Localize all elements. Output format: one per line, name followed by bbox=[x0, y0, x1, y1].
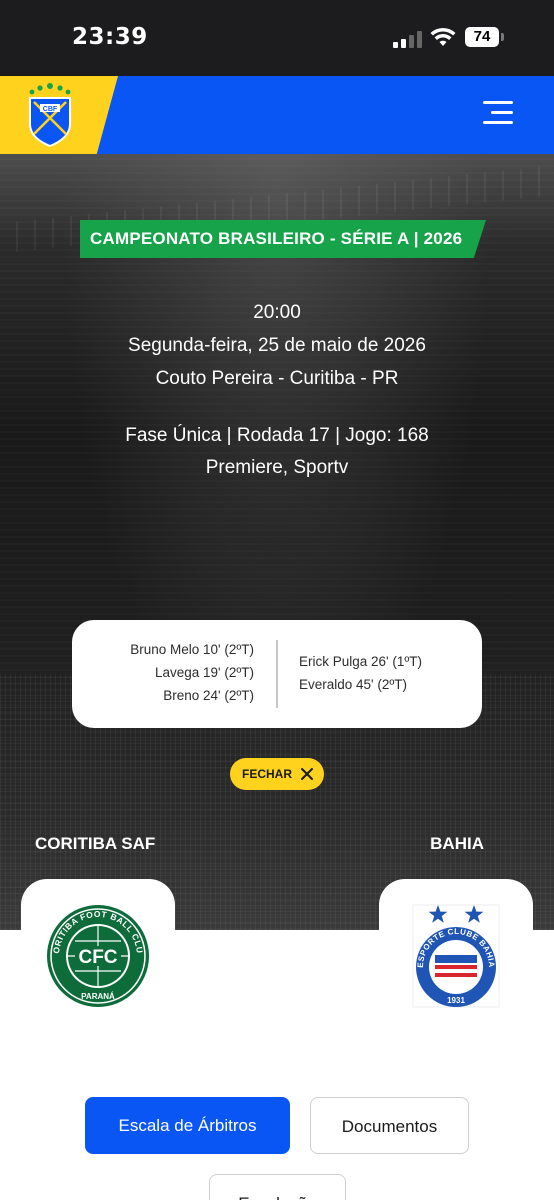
cellular-signal-icon bbox=[393, 30, 423, 48]
hamburger-menu-icon[interactable] bbox=[483, 101, 513, 125]
status-bar: 23:39 74 bbox=[0, 0, 554, 76]
away-goal-item: Erick Pulga 26' (1ºT) bbox=[299, 654, 423, 669]
away-goal-scorers: Erick Pulga 26' (1ºT) Everaldo 45' (2ºT) bbox=[299, 650, 422, 696]
home-team-crest-card[interactable]: CORITIBA FOOT BALL CLUB CFC PARANÁ bbox=[21, 879, 175, 1019]
match-hero: CAMPEONATO BRASILEIRO - SÉRIE A | 2026 2… bbox=[0, 154, 554, 930]
away-goal-item: Everaldo 45' (2ºT) bbox=[299, 677, 408, 692]
cbf-logo-icon[interactable]: CBF bbox=[22, 82, 78, 148]
scorers-divider bbox=[276, 640, 278, 708]
referees-button[interactable]: Escala de Árbitros bbox=[85, 1097, 290, 1154]
home-goal-item: Breno 24' (2ºT) bbox=[163, 688, 254, 703]
home-goal-item: Bruno Melo 10' (2ºT) bbox=[130, 642, 254, 657]
close-button-label: FECHAR bbox=[242, 767, 292, 781]
battery-icon: 74 bbox=[465, 27, 499, 47]
home-team-name: CORITIBA SAF bbox=[35, 834, 156, 853]
svg-text:1931: 1931 bbox=[447, 996, 465, 1005]
match-phase: Fase Única | Rodada 17 | Jogo: 168 bbox=[125, 425, 429, 446]
svg-text:CBF: CBF bbox=[43, 106, 58, 113]
away-team-crest-card[interactable]: ESPORTE CLUBE BAHIA 1931 bbox=[379, 879, 533, 1019]
competition-tag: CAMPEONATO BRASILEIRO - SÉRIE A | 2026 bbox=[80, 220, 486, 258]
goal-scorers-panel: Bruno Melo 10' (2ºT) Lavega 19' (2ºT) Br… bbox=[72, 620, 482, 728]
lineup-button[interactable]: Escalação bbox=[209, 1174, 346, 1200]
home-goal-scorers: Bruno Melo 10' (2ºT) Lavega 19' (2ºT) Br… bbox=[130, 638, 254, 707]
status-time: 23:39 bbox=[72, 24, 148, 50]
close-button[interactable]: FECHAR bbox=[230, 758, 324, 790]
match-venue: Couto Pereira - Curitiba - PR bbox=[155, 368, 399, 389]
match-date: Segunda-feira, 25 de maio de 2026 bbox=[128, 335, 426, 356]
svg-text:CFC: CFC bbox=[78, 947, 117, 968]
battery-cap bbox=[501, 33, 504, 41]
close-icon bbox=[301, 768, 313, 780]
wifi-icon bbox=[430, 27, 456, 46]
svg-text:PARANÁ: PARANÁ bbox=[81, 992, 115, 1001]
site-header: CBF bbox=[0, 76, 554, 154]
match-broadcast: Premiere, Sportv bbox=[205, 457, 349, 478]
home-goal-item: Lavega 19' (2ºT) bbox=[154, 665, 254, 680]
documents-button[interactable]: Documentos bbox=[310, 1097, 469, 1154]
bahia-crest-icon: ESPORTE CLUBE BAHIA 1931 bbox=[412, 904, 500, 1008]
away-team-name: BAHIA bbox=[430, 834, 484, 853]
match-time: 20:00 bbox=[253, 302, 301, 323]
coritiba-crest-icon: CORITIBA FOOT BALL CLUB CFC PARANÁ bbox=[45, 903, 149, 1007]
